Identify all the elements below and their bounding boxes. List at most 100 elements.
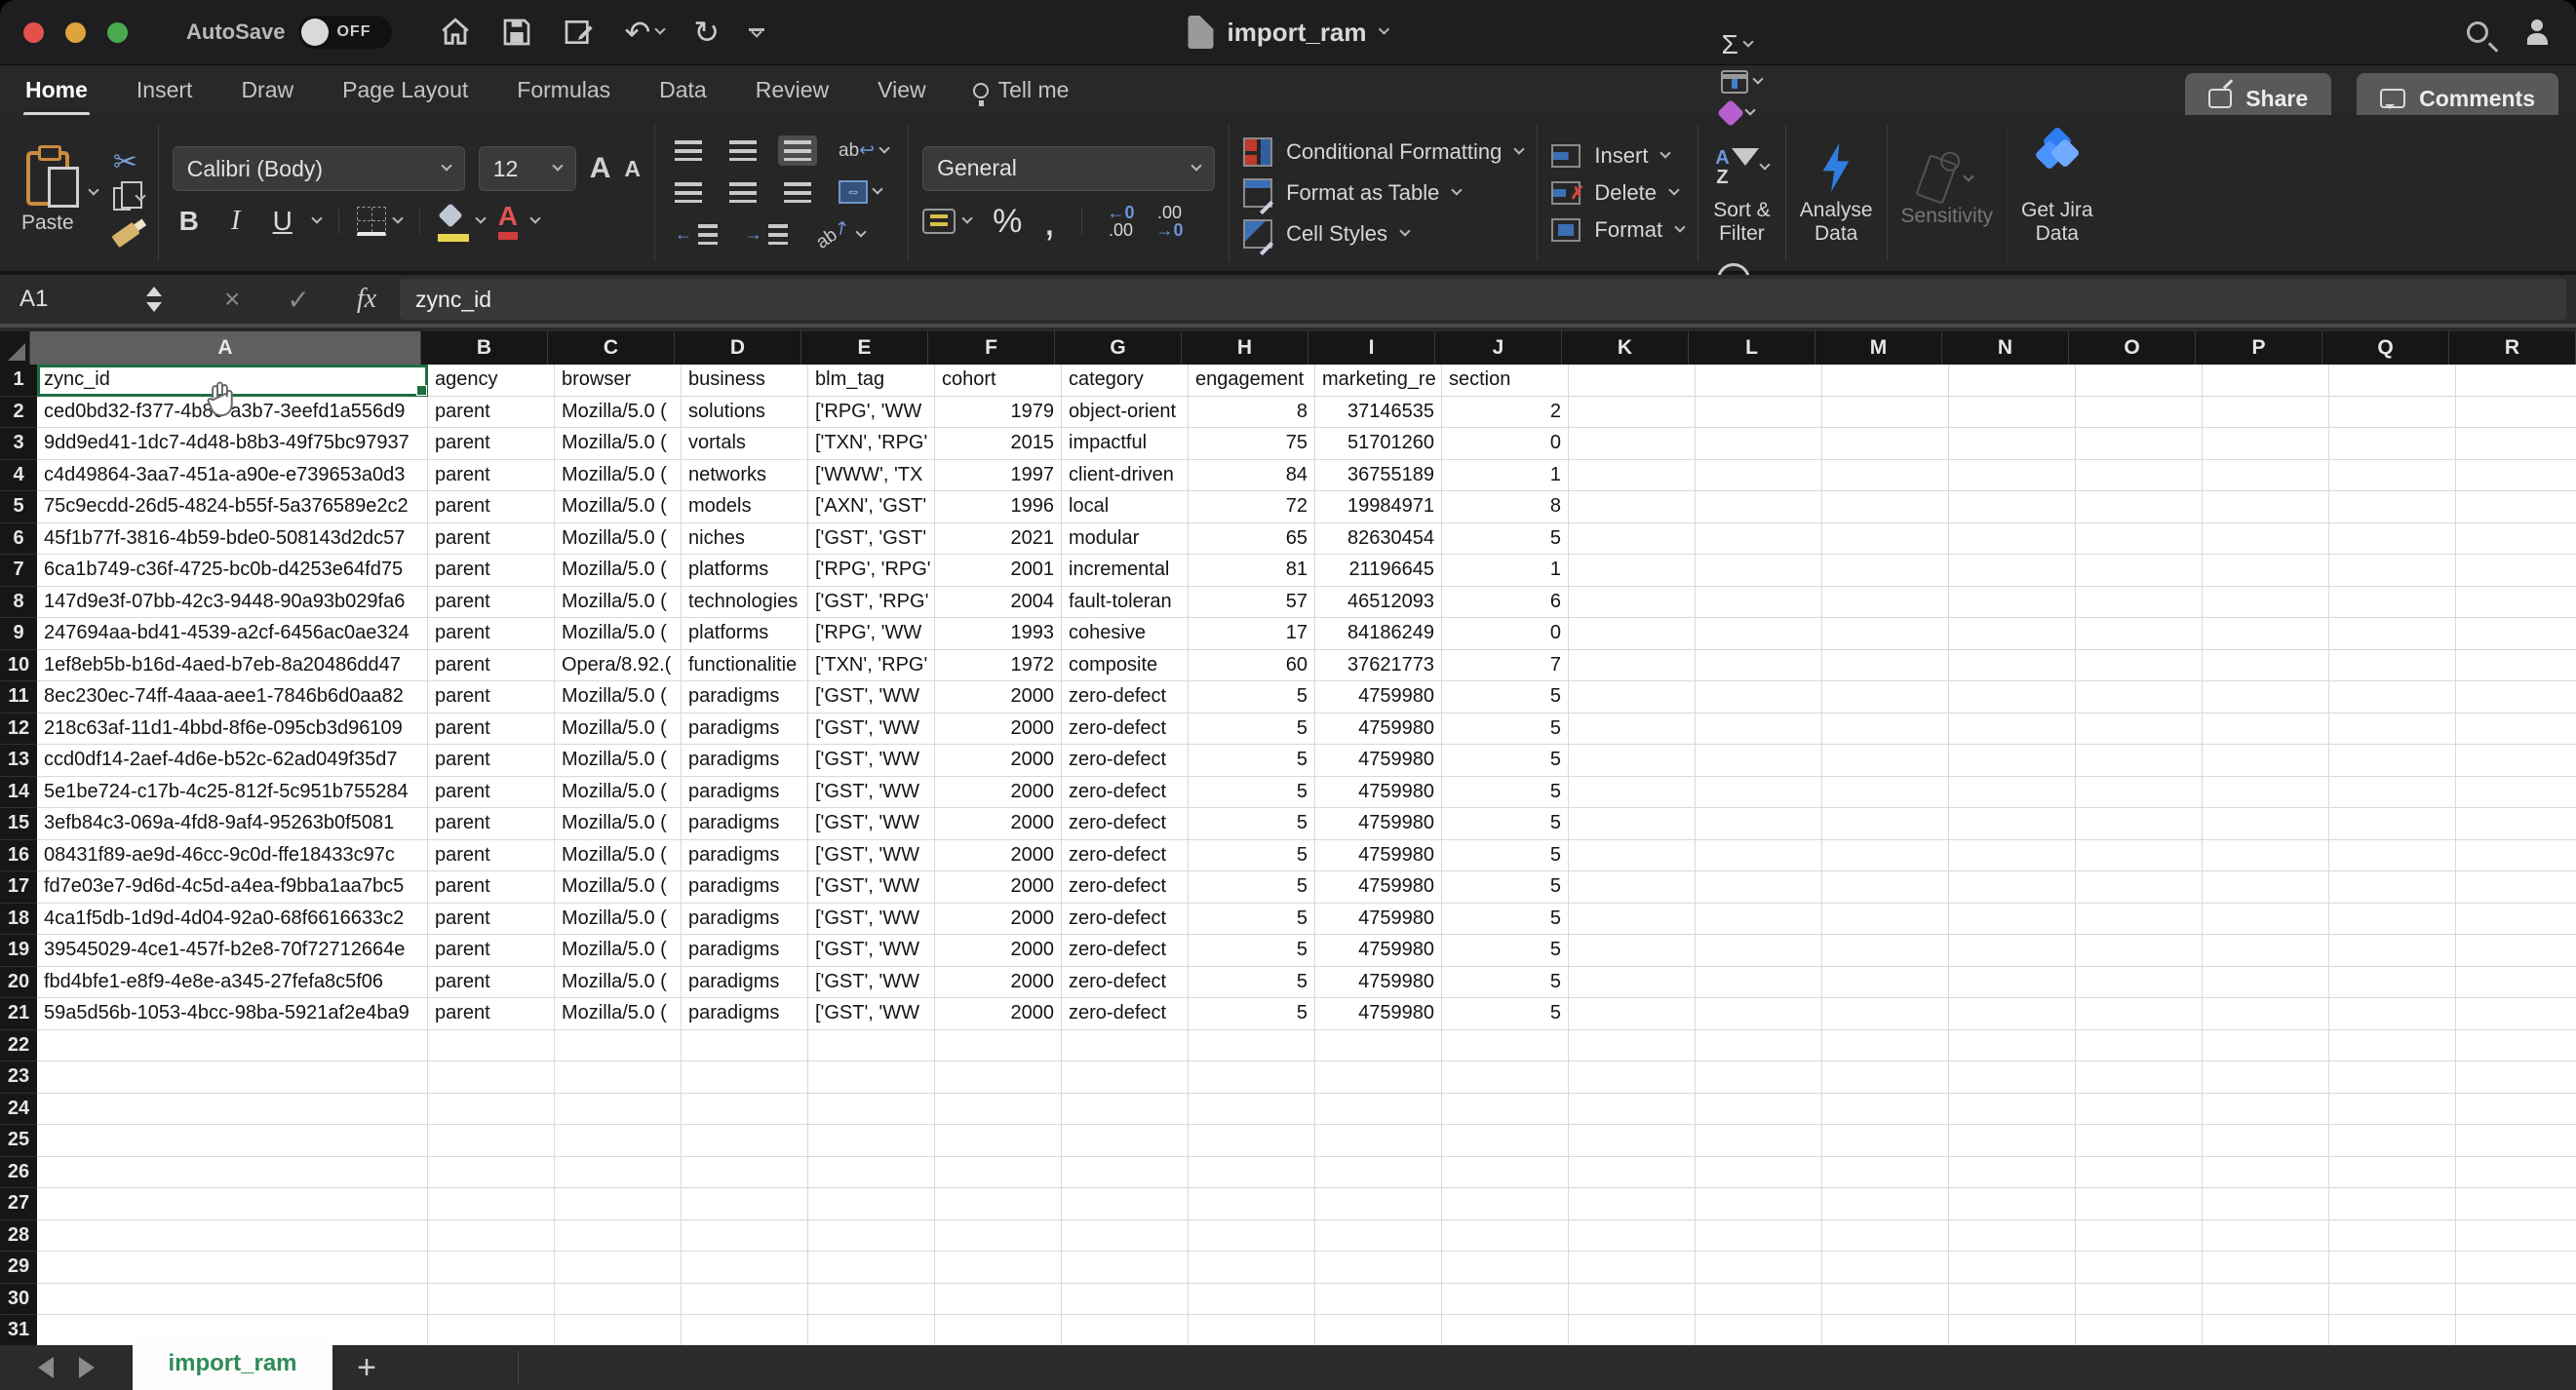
- cell[interactable]: niches: [682, 523, 808, 556]
- cell[interactable]: [555, 1252, 682, 1284]
- cell[interactable]: [1062, 1284, 1189, 1316]
- cell[interactable]: [2203, 428, 2329, 460]
- zoom-window-button[interactable]: [107, 22, 128, 43]
- copy-button[interactable]: [113, 187, 144, 211]
- cell[interactable]: [1189, 1315, 1315, 1347]
- cell[interactable]: platforms: [682, 555, 808, 587]
- cell[interactable]: ccd0df14-2aef-4d6e-b52c-62ad049f35d7: [37, 745, 428, 777]
- cell[interactable]: paradigms: [682, 840, 808, 872]
- cell[interactable]: [682, 1062, 808, 1094]
- confirm-entry-button[interactable]: ✓: [287, 284, 309, 316]
- cell[interactable]: [2456, 714, 2576, 746]
- cell[interactable]: parent: [428, 523, 555, 556]
- decrease-indent-button[interactable]: ←: [669, 219, 723, 250]
- row-header-25[interactable]: 25: [0, 1125, 37, 1157]
- cell[interactable]: incremental: [1062, 555, 1189, 587]
- cell[interactable]: zero-defect: [1062, 935, 1189, 967]
- cell[interactable]: ['GST', 'WW: [808, 681, 935, 714]
- column-header-K[interactable]: K: [1562, 331, 1689, 365]
- cell[interactable]: Mozilla/5.0 (: [555, 998, 682, 1030]
- cell[interactable]: [1949, 650, 2076, 682]
- column-header-F[interactable]: F: [928, 331, 1055, 365]
- cell[interactable]: [682, 1030, 808, 1062]
- cell[interactable]: [2456, 460, 2576, 492]
- cell[interactable]: 2000: [935, 998, 1062, 1030]
- cell[interactable]: [1315, 1220, 1442, 1253]
- cell[interactable]: [1949, 1157, 2076, 1189]
- cell[interactable]: [428, 1157, 555, 1189]
- merge-center-button[interactable]: ⇔: [833, 175, 887, 209]
- cell[interactable]: Mozilla/5.0 (: [555, 523, 682, 556]
- cell[interactable]: [1696, 808, 1822, 840]
- chevron-down-icon[interactable]: [1379, 23, 1389, 34]
- cell[interactable]: Mozilla/5.0 (: [555, 840, 682, 872]
- cell[interactable]: [1949, 587, 2076, 619]
- cell[interactable]: 36755189: [1315, 460, 1442, 492]
- cell[interactable]: parent: [428, 840, 555, 872]
- cell[interactable]: c4d49864-3aa7-451a-a90e-e739653a0d3: [37, 460, 428, 492]
- tab-formulas[interactable]: Formulas: [515, 69, 612, 111]
- column-header-N[interactable]: N: [1942, 331, 2069, 365]
- cell[interactable]: 5: [1442, 967, 1569, 999]
- cell[interactable]: [1822, 1030, 1949, 1062]
- cell[interactable]: [555, 1125, 682, 1157]
- cell[interactable]: [808, 1188, 935, 1220]
- cell[interactable]: [1696, 871, 1822, 904]
- cell[interactable]: [1822, 714, 1949, 746]
- cell[interactable]: [1189, 1188, 1315, 1220]
- cell[interactable]: [1696, 840, 1822, 872]
- cell[interactable]: 2000: [935, 904, 1062, 936]
- cell[interactable]: [808, 1062, 935, 1094]
- column-header-B[interactable]: B: [421, 331, 548, 365]
- cell[interactable]: [2203, 714, 2329, 746]
- cell[interactable]: [682, 1220, 808, 1253]
- cell[interactable]: ['GST', 'WW: [808, 967, 935, 999]
- cell[interactable]: 2000: [935, 808, 1062, 840]
- cell[interactable]: ['GST', 'WW: [808, 745, 935, 777]
- row-header-16[interactable]: 16: [0, 840, 37, 872]
- minimize-window-button[interactable]: [65, 22, 86, 43]
- row-header-8[interactable]: 8: [0, 587, 37, 619]
- cell[interactable]: [808, 1252, 935, 1284]
- cell[interactable]: [1822, 650, 1949, 682]
- row-header-26[interactable]: 26: [0, 1157, 37, 1189]
- column-header-J[interactable]: J: [1435, 331, 1562, 365]
- cell[interactable]: 5: [1442, 777, 1569, 809]
- cell[interactable]: [428, 1188, 555, 1220]
- cell[interactable]: [1949, 1062, 2076, 1094]
- cell[interactable]: [1189, 1220, 1315, 1253]
- cell[interactable]: [1315, 1062, 1442, 1094]
- cell[interactable]: [1822, 935, 1949, 967]
- cell[interactable]: [2076, 460, 2203, 492]
- cell[interactable]: [2329, 491, 2456, 523]
- cell[interactable]: category: [1062, 365, 1189, 397]
- font-size-select[interactable]: 12: [479, 146, 576, 191]
- cell[interactable]: 5: [1442, 681, 1569, 714]
- cell[interactable]: [1949, 1220, 2076, 1253]
- cell[interactable]: [2203, 650, 2329, 682]
- cell[interactable]: [808, 1157, 935, 1189]
- cell[interactable]: Opera/8.92.(: [555, 650, 682, 682]
- column-header-A[interactable]: A: [30, 331, 421, 365]
- cell[interactable]: zero-defect: [1062, 745, 1189, 777]
- fill-button[interactable]: [1721, 70, 1762, 94]
- cell[interactable]: 4759980: [1315, 935, 1442, 967]
- cell[interactable]: 2004: [935, 587, 1062, 619]
- cell[interactable]: [2203, 935, 2329, 967]
- row-header-14[interactable]: 14: [0, 777, 37, 809]
- cell[interactable]: 75: [1189, 428, 1315, 460]
- insert-cells-button[interactable]: Insert: [1551, 143, 1684, 169]
- cell[interactable]: [808, 1315, 935, 1347]
- cell[interactable]: [1569, 618, 1696, 650]
- cell[interactable]: 4ca1f5db-1d9d-4d04-92a0-68f6616633c2: [37, 904, 428, 936]
- cell[interactable]: [1696, 397, 1822, 429]
- cell[interactable]: [2076, 935, 2203, 967]
- cell[interactable]: [1949, 777, 2076, 809]
- cell[interactable]: [2076, 808, 2203, 840]
- format-cells-button[interactable]: Format: [1551, 217, 1684, 243]
- cell[interactable]: [1569, 1094, 1696, 1126]
- select-all-corner[interactable]: [0, 331, 30, 365]
- cell[interactable]: 84186249: [1315, 618, 1442, 650]
- cell[interactable]: [1315, 1315, 1442, 1347]
- cell[interactable]: parent: [428, 460, 555, 492]
